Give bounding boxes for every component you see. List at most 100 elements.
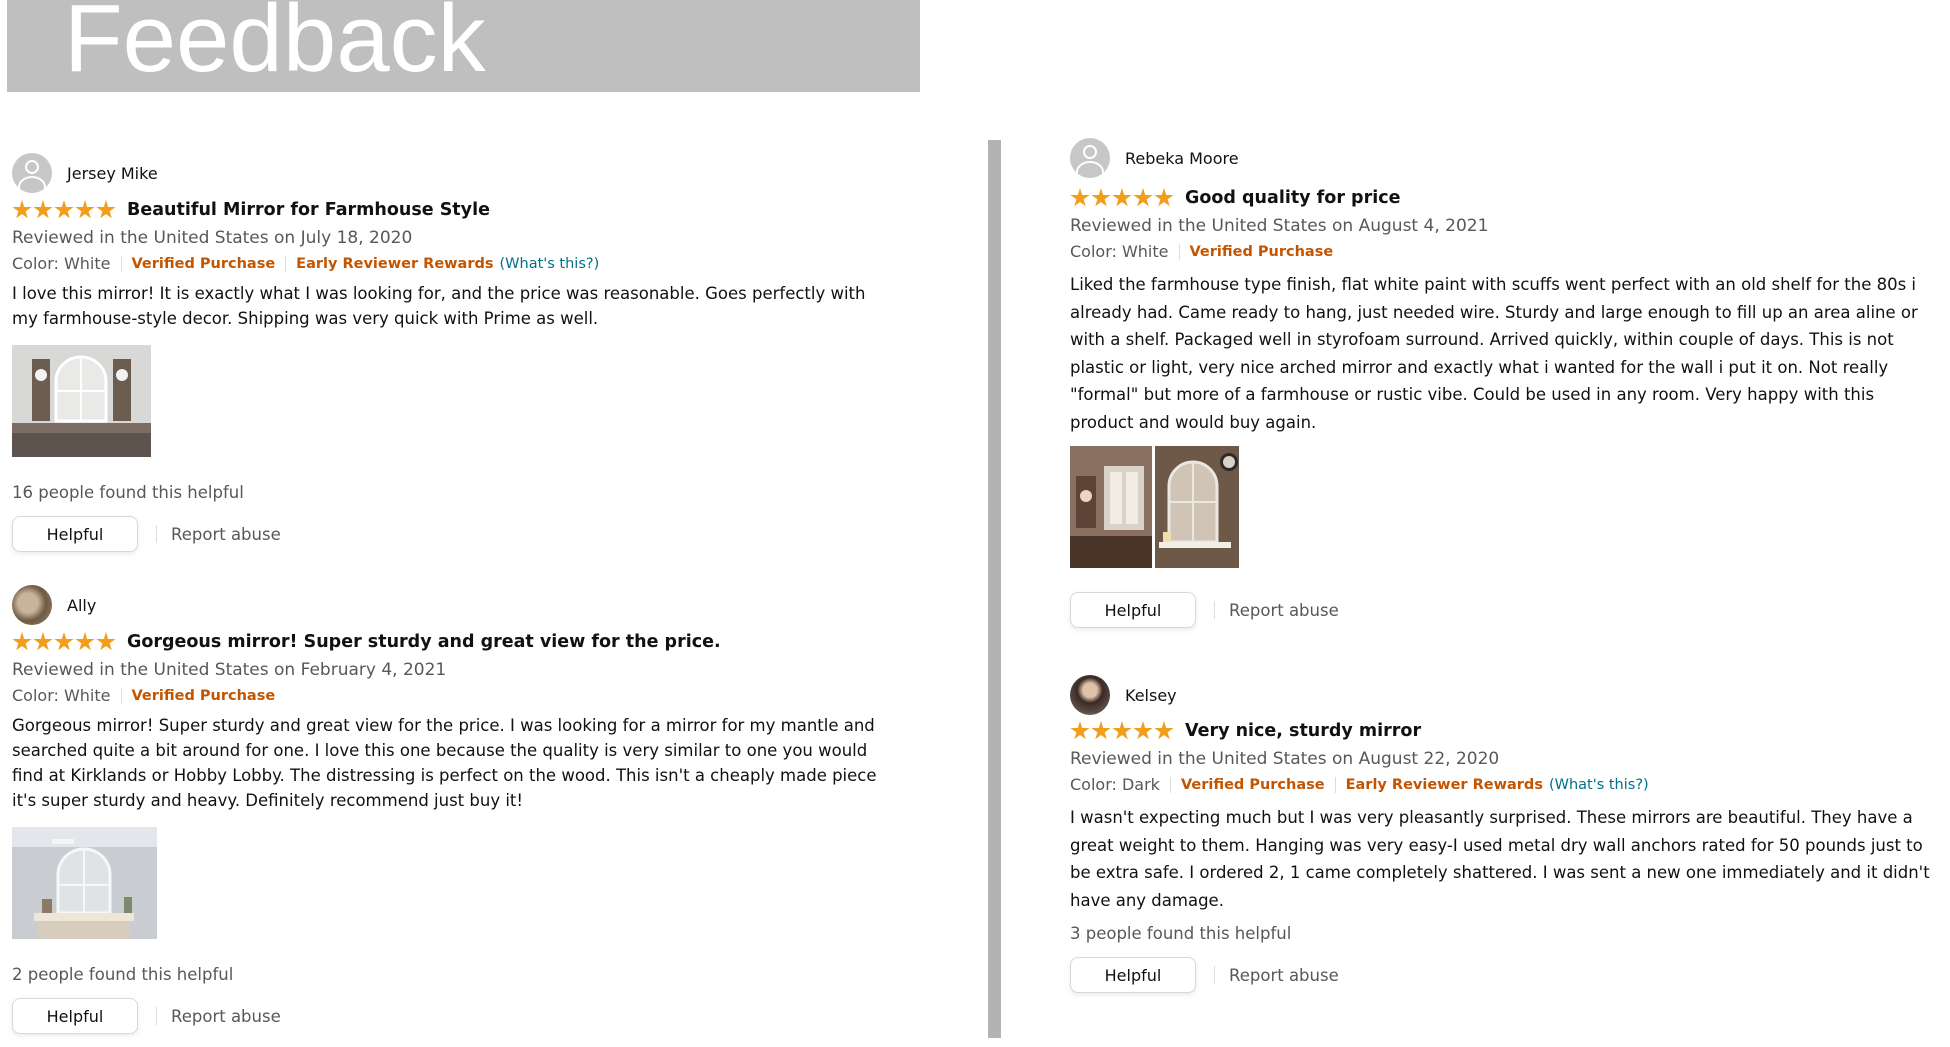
mirror-shelf-photo xyxy=(1155,446,1239,568)
review-header: Rebeka Moore xyxy=(1070,137,1936,179)
star-icon xyxy=(1070,188,1090,207)
star-rating xyxy=(12,200,116,220)
report-abuse-link[interactable]: Report abuse xyxy=(1229,601,1339,620)
review-date: Reviewed in the United States on July 18… xyxy=(12,228,413,248)
meta-separator xyxy=(285,255,287,272)
star-icon xyxy=(1070,721,1090,740)
review-meta: Color: White Verified Purchase Early Rev… xyxy=(12,254,892,273)
star-icon xyxy=(33,632,53,651)
review-meta: Color: Dark Verified Purchase Early Revi… xyxy=(1070,775,1936,794)
star-rating xyxy=(1070,188,1174,208)
color-variant: Color: White xyxy=(12,254,111,273)
whats-this-link[interactable]: (What's this?) xyxy=(500,256,600,272)
star-icon xyxy=(1154,188,1174,207)
star-icon xyxy=(1154,721,1174,740)
feedback-banner: Feedback xyxy=(7,0,920,92)
review-actions: Helpful Report abuse xyxy=(12,998,892,1034)
meta-separator xyxy=(1169,776,1171,793)
review-date: Reviewed in the United States on August … xyxy=(1070,216,1489,236)
action-separator xyxy=(156,1007,157,1025)
meta-separator xyxy=(1178,243,1180,260)
action-separator xyxy=(156,525,157,543)
early-reviewer-badge: Early Reviewer Rewards xyxy=(1345,776,1543,793)
mirror-wall-photo xyxy=(12,345,151,457)
star-icon xyxy=(1091,188,1111,207)
report-abuse-link[interactable]: Report abuse xyxy=(1229,966,1339,985)
review-card: Ally Gorgeous mirror! Super sturdy and g… xyxy=(12,584,892,1034)
review-body: Gorgeous mirror! Super sturdy and great … xyxy=(12,716,877,810)
review-title[interactable]: Beautiful Mirror for Farmhouse Style xyxy=(127,200,490,220)
star-icon xyxy=(1112,188,1132,207)
helpful-button[interactable]: Helpful xyxy=(1070,592,1196,628)
helpful-count: 2 people found this helpful xyxy=(12,965,234,984)
review-images xyxy=(1070,446,1936,568)
color-variant: Color: White xyxy=(1070,242,1169,261)
review-images xyxy=(12,345,892,457)
review-title-row: Beautiful Mirror for Farmhouse Style xyxy=(12,200,892,220)
mirror-mantle-photo xyxy=(12,827,157,939)
review-title-row: Very nice, sturdy mirror xyxy=(1070,721,1936,741)
action-separator xyxy=(1214,601,1215,619)
helpful-button[interactable]: Helpful xyxy=(1070,957,1196,993)
meta-separator xyxy=(120,687,122,704)
column-divider xyxy=(988,140,1001,1038)
review-image-thumbnail[interactable] xyxy=(12,345,151,457)
verified-purchase-badge: Verified Purchase xyxy=(131,687,276,704)
star-icon xyxy=(12,632,32,651)
review-author: Jersey Mike xyxy=(67,163,158,183)
star-icon xyxy=(1112,721,1132,740)
review-header: Kelsey xyxy=(1070,674,1936,716)
banner-title: Feedback xyxy=(64,0,486,92)
avatar-icon xyxy=(12,153,52,193)
whats-this-link[interactable]: (What's this?) xyxy=(1549,777,1649,793)
avatar-icon xyxy=(1070,675,1110,715)
meta-separator xyxy=(120,255,122,272)
review-image-thumbnail[interactable] xyxy=(12,827,157,939)
report-abuse-link[interactable]: Report abuse xyxy=(171,525,281,544)
star-icon xyxy=(75,632,95,651)
review-actions: Helpful Report abuse xyxy=(1070,592,1936,628)
review-image-thumbnail[interactable] xyxy=(1070,446,1152,568)
star-icon xyxy=(1133,721,1153,740)
review-title[interactable]: Gorgeous mirror! Super sturdy and great … xyxy=(127,632,721,652)
star-icon xyxy=(33,200,53,219)
review-author: Rebeka Moore xyxy=(1125,148,1239,168)
action-separator xyxy=(1214,966,1215,984)
star-rating xyxy=(1070,721,1174,741)
color-variant: Color: White xyxy=(12,686,111,705)
review-body: I love this mirror! It is exactly what I… xyxy=(12,284,866,328)
verified-purchase-badge: Verified Purchase xyxy=(1180,776,1325,793)
helpful-button[interactable]: Helpful xyxy=(12,516,138,552)
star-icon xyxy=(75,200,95,219)
review-header: Jersey Mike xyxy=(12,152,892,194)
review-actions: Helpful Report abuse xyxy=(1070,957,1936,993)
helpful-button[interactable]: Helpful xyxy=(12,998,138,1034)
review-body: Liked the farmhouse type finish, flat wh… xyxy=(1070,275,1918,432)
star-icon xyxy=(96,200,116,219)
avatar-icon xyxy=(1070,138,1110,178)
review-actions: Helpful Report abuse xyxy=(12,516,892,552)
review-card: Kelsey Very nice, sturdy mirror Reviewed… xyxy=(1070,674,1936,993)
star-rating xyxy=(12,632,116,652)
star-icon xyxy=(96,632,116,651)
review-title[interactable]: Good quality for price xyxy=(1185,188,1400,208)
meta-separator xyxy=(1334,776,1336,793)
review-title[interactable]: Very nice, sturdy mirror xyxy=(1185,721,1421,741)
helpful-count: 3 people found this helpful xyxy=(1070,924,1292,943)
star-icon xyxy=(12,200,32,219)
review-meta: Color: White Verified Purchase xyxy=(1070,242,1936,261)
star-icon xyxy=(54,632,74,651)
review-header: Ally xyxy=(12,584,892,626)
room-photo xyxy=(1070,446,1152,568)
review-body: I wasn't expecting much but I was very p… xyxy=(1070,808,1930,910)
report-abuse-link[interactable]: Report abuse xyxy=(171,1007,281,1026)
review-author: Ally xyxy=(67,595,97,615)
helpful-count: 16 people found this helpful xyxy=(12,483,244,502)
review-image-thumbnail[interactable] xyxy=(1155,446,1239,568)
avatar-icon xyxy=(12,585,52,625)
review-date: Reviewed in the United States on Februar… xyxy=(12,660,447,680)
verified-purchase-badge: Verified Purchase xyxy=(131,255,276,272)
review-date: Reviewed in the United States on August … xyxy=(1070,749,1500,769)
review-title-row: Gorgeous mirror! Super sturdy and great … xyxy=(12,632,892,652)
review-meta: Color: White Verified Purchase xyxy=(12,686,892,705)
